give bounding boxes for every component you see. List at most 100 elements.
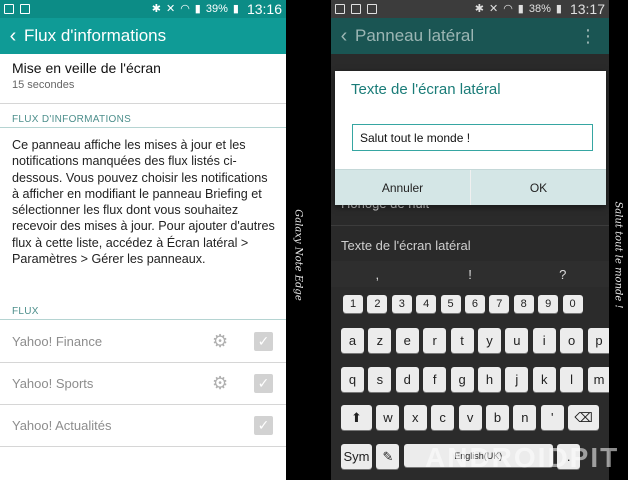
key-8[interactable]: 8 bbox=[513, 295, 534, 313]
edge-screen-right: Salut tout le monde ! bbox=[609, 0, 628, 480]
feed-row-yahoo-finance[interactable]: Yahoo! Finance ⚙ ✓ bbox=[0, 320, 286, 362]
key-e[interactable]: e bbox=[395, 328, 419, 353]
gear-icon[interactable]: ⚙ bbox=[212, 373, 228, 394]
handwriting-icon: ✎ bbox=[382, 448, 394, 464]
key-p[interactable]: p bbox=[587, 328, 609, 353]
setting-row-edge-text[interactable]: Texte de l'écran latéral bbox=[341, 238, 471, 253]
key-b[interactable]: b bbox=[485, 405, 509, 430]
key-t[interactable]: t bbox=[450, 328, 474, 353]
key-4[interactable]: 4 bbox=[416, 295, 437, 313]
key-0[interactable]: 0 bbox=[562, 295, 583, 313]
setting-title: Mise en veille de l'écran bbox=[12, 60, 161, 76]
key-k[interactable]: k bbox=[532, 367, 556, 392]
suggestion-bar: , ! ? bbox=[331, 261, 609, 287]
overflow-menu-icon[interactable]: ⋮ bbox=[579, 27, 597, 45]
right-screen: ✱ ✕ ◠ ▮ 38% ▮ 13:17 ‹ Panneau latéral ⋮ … bbox=[331, 0, 609, 480]
section-header-flux: FLUX bbox=[12, 306, 39, 317]
feed-row-yahoo-sports[interactable]: Yahoo! Sports ⚙ ✓ bbox=[0, 362, 286, 404]
gear-icon[interactable]: ⚙ bbox=[212, 331, 228, 352]
edge-text: Galaxy Note Edge bbox=[292, 209, 304, 301]
feed-row-yahoo-actualites[interactable]: Yahoo! Actualités ✓ bbox=[0, 404, 286, 446]
key-m[interactable]: m bbox=[587, 367, 609, 392]
feed-label: Yahoo! Sports bbox=[12, 375, 94, 391]
page-title: Panneau latéral bbox=[355, 26, 475, 45]
wifi-icon: ◠ bbox=[503, 2, 513, 15]
key-9[interactable]: 9 bbox=[538, 295, 559, 313]
key-y[interactable]: y bbox=[477, 328, 501, 353]
key-g[interactable]: g bbox=[450, 367, 474, 392]
key-c[interactable]: c bbox=[431, 405, 455, 430]
calendar-notification-icon bbox=[20, 4, 30, 14]
key-6[interactable]: 6 bbox=[464, 295, 485, 313]
shift-arrow-icon: ⬆ bbox=[351, 409, 362, 425]
key-2[interactable]: 2 bbox=[367, 295, 388, 313]
signal-icon: ▮ bbox=[517, 2, 524, 15]
suggestion-comma[interactable]: , bbox=[331, 261, 424, 287]
key-a[interactable]: a bbox=[341, 328, 364, 353]
key-u[interactable]: u bbox=[505, 328, 529, 353]
mute-icon: ✕ bbox=[165, 2, 176, 15]
bluetooth-icon: ✱ bbox=[151, 2, 161, 15]
left-screen: ✱ ✕ ◠ ▮ 39% ▮ 13:16 ‹ Flux d'information… bbox=[0, 0, 286, 480]
wifi-icon: ◠ bbox=[180, 2, 190, 15]
dialog-title: Texte de l'écran latéral bbox=[351, 81, 501, 98]
divider bbox=[0, 446, 286, 447]
key-7[interactable]: 7 bbox=[489, 295, 510, 313]
handwriting-key[interactable]: ✎ bbox=[376, 444, 400, 469]
sym-key[interactable]: Sym bbox=[341, 444, 372, 469]
key-j[interactable]: j bbox=[505, 367, 529, 392]
mute-icon: ✕ bbox=[488, 2, 499, 15]
key-n[interactable]: n bbox=[513, 405, 537, 430]
back-chevron-icon[interactable]: ‹ bbox=[333, 25, 355, 48]
description-text: Ce panneau affiche les mises à jour et l… bbox=[12, 138, 275, 267]
suggestion-exclamation[interactable]: ! bbox=[424, 261, 517, 287]
battery-icon: ▮ bbox=[555, 2, 562, 15]
key-1[interactable]: 1 bbox=[343, 295, 363, 313]
edge-text-input[interactable] bbox=[352, 124, 593, 151]
battery-percent: 39% bbox=[205, 3, 228, 15]
feed-checkbox[interactable]: ✓ bbox=[254, 415, 273, 435]
backspace-icon: ⌫ bbox=[574, 409, 593, 425]
suggestion-question[interactable]: ? bbox=[516, 261, 609, 287]
edge-text: Salut tout le monde ! bbox=[612, 201, 624, 309]
divider bbox=[331, 225, 609, 226]
key-v[interactable]: v bbox=[458, 405, 482, 430]
feed-checkbox[interactable]: ✓ bbox=[254, 331, 273, 351]
number-row: 1 2 3 4 5 6 7 8 9 0 bbox=[343, 295, 583, 313]
key-s[interactable]: s bbox=[368, 367, 392, 392]
key-w[interactable]: w bbox=[376, 405, 400, 430]
letter-row-2: q s d f g h j k l m bbox=[341, 367, 609, 392]
letter-row-3: ⬆ w x c v b n ' ⌫ bbox=[341, 405, 600, 430]
key-z[interactable]: z bbox=[368, 328, 392, 353]
divider bbox=[0, 103, 286, 104]
watermark: ANDROIDPIT bbox=[425, 442, 620, 473]
key-x[interactable]: x bbox=[403, 405, 427, 430]
key-d[interactable]: d bbox=[395, 367, 419, 392]
key-q[interactable]: q bbox=[341, 367, 364, 392]
backspace-key[interactable]: ⌫ bbox=[568, 405, 600, 430]
feed-label: Yahoo! Actualités bbox=[12, 417, 112, 433]
screen-timeout-setting[interactable]: Mise en veille de l'écran 15 secondes bbox=[12, 60, 161, 91]
key-i[interactable]: i bbox=[532, 328, 556, 353]
shift-key[interactable]: ⬆ bbox=[341, 405, 372, 430]
calendar-notification-icon bbox=[367, 4, 377, 14]
dialog-buttons: Annuler OK bbox=[335, 169, 606, 205]
key-5[interactable]: 5 bbox=[440, 295, 461, 313]
image-notification-icon bbox=[335, 4, 345, 14]
edge-text-dialog: Texte de l'écran latéral Annuler OK bbox=[335, 71, 606, 205]
key-r[interactable]: r bbox=[423, 328, 447, 353]
key-f[interactable]: f bbox=[423, 367, 447, 392]
key-apostrophe[interactable]: ' bbox=[540, 405, 564, 430]
keyboard-notification-icon bbox=[351, 4, 361, 14]
key-o[interactable]: o bbox=[560, 328, 584, 353]
back-chevron-icon[interactable]: ‹ bbox=[2, 25, 24, 48]
key-3[interactable]: 3 bbox=[391, 295, 412, 313]
cancel-button[interactable]: Annuler bbox=[335, 170, 470, 205]
battery-icon: ▮ bbox=[232, 2, 239, 15]
feed-checkbox[interactable]: ✓ bbox=[254, 373, 273, 393]
status-time: 13:17 bbox=[569, 1, 605, 17]
page-title: Flux d'informations bbox=[24, 26, 167, 45]
ok-button[interactable]: OK bbox=[470, 170, 606, 205]
key-h[interactable]: h bbox=[477, 367, 501, 392]
key-l[interactable]: l bbox=[560, 367, 584, 392]
